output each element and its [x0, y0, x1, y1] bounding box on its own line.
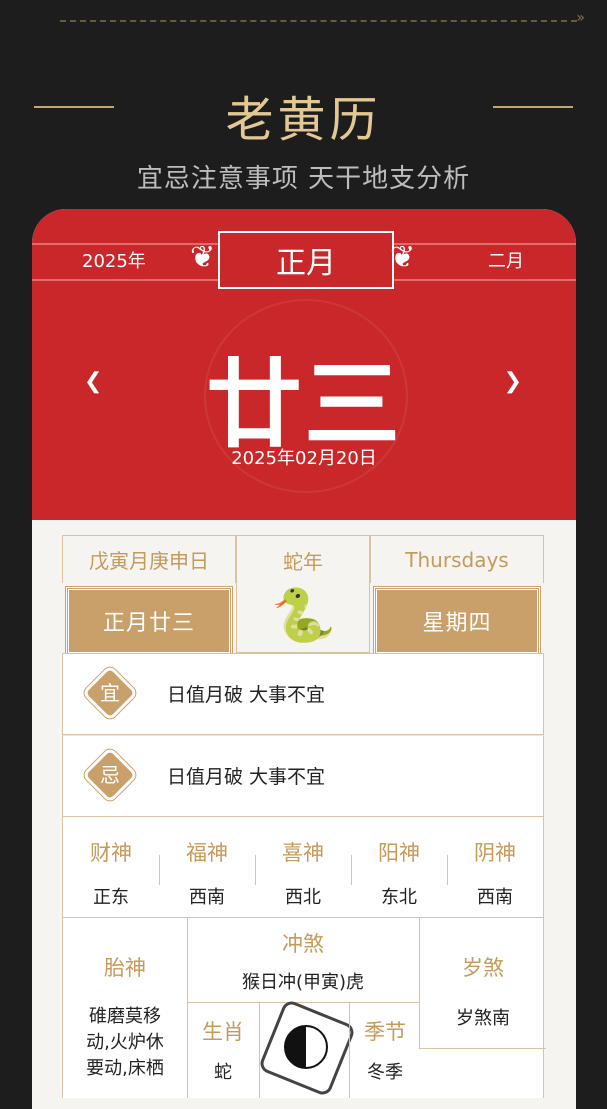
weekday-en: Thursdays [370, 535, 544, 583]
suisha-value: 岁煞南 [456, 1008, 510, 1029]
info-row: 戊寅月庚申日 正月廿三 蛇年 🐍 Thursdays 星期四 [62, 535, 544, 655]
weekday-cn-box: 星期四 [374, 587, 540, 655]
ganzhi-text: 戊寅月庚申日 [62, 535, 236, 583]
jijie-value: 冬季 [367, 1062, 403, 1083]
top-dashed-line [60, 20, 577, 22]
hero-subtitle: 宜忌注意事项 天干地支分析 [136, 164, 471, 194]
taishen-label: 胎神 [104, 956, 146, 980]
ji-badge: 忌 [85, 750, 135, 800]
gods-row: 财神 正东 福神 西南 喜神 西北 阳神 东北 阴神 西南 [62, 817, 544, 918]
snake-emblem-icon: 🐍 [271, 586, 336, 646]
bagua-icon [257, 998, 357, 1098]
chongsha-value: 猴日冲(甲寅)虎 [241, 972, 365, 993]
next-month-button[interactable]: 二月 [488, 247, 524, 273]
weekday-cell: Thursdays 星期四 [370, 535, 544, 655]
god-fu: 福神 西南 [159, 817, 255, 917]
shengxiao-value: 蛇 [214, 1062, 232, 1083]
jijie-cell: 季节 冬季 [349, 1002, 420, 1098]
suisha-label: 岁煞 [462, 956, 504, 980]
cloud-ornament-right-icon: ❦ [390, 240, 416, 275]
taishen-value: 碓磨莫移动,火炉休要动,床栖 [86, 1006, 164, 1079]
ji-text: 日值月破 大事不宜 [167, 766, 326, 788]
solar-date: 2025年02月20日 [231, 448, 377, 469]
jijie-label: 季节 [364, 1020, 406, 1044]
yi-text: 日值月破 大事不宜 [167, 684, 326, 706]
almanac-card: 2025年 二月 ❦ 正月 ❦ ❮ 廿三 ❯ 2025年02月20日 戊寅月庚申… [32, 209, 576, 1109]
chongsha-label: 冲煞 [282, 932, 324, 956]
ganzhi-cell: 戊寅月庚申日 正月廿三 [62, 535, 236, 655]
current-month[interactable]: 正月 [218, 231, 394, 289]
shengxiao-cell: 生肖 蛇 [187, 1002, 260, 1098]
god-cai: 财神 正东 [90, 841, 132, 908]
shengxiao-label: 生肖 [202, 1020, 244, 1044]
hero-header: 老黄历 宜忌注意事项 天干地支分析 [0, 80, 607, 195]
zodiac-cell: 蛇年 🐍 [236, 535, 370, 653]
god-xi: 喜神 西北 [255, 817, 351, 917]
hero-line-right [493, 106, 573, 108]
calendar-header: 2025年 二月 ❦ 正月 ❦ ❮ 廿三 ❯ 2025年02月20日 [32, 209, 576, 520]
hero-line-left [34, 106, 114, 108]
lunar-date-box: 正月廿三 [66, 587, 232, 655]
god-yang: 阳神 东北 [351, 817, 447, 917]
double-chevron-icon: » [576, 10, 585, 26]
yi-row: 宜 日值月破 大事不宜 [62, 653, 544, 735]
yin-yang-icon [284, 1025, 328, 1069]
year-label[interactable]: 2025年 [82, 247, 146, 273]
cloud-ornament-left-icon: ❦ [190, 240, 216, 275]
chongsha-cell: 冲煞 猴日冲(甲寅)虎 [187, 918, 419, 1003]
god-yin: 阴神 西南 [447, 817, 543, 917]
zodiac-year: 蛇年 [283, 550, 323, 574]
info-grid: 戊寅月庚申日 正月廿三 蛇年 🐍 Thursdays 星期四 宜 日值月破 大事… [62, 535, 546, 1098]
next-day-icon[interactable]: ❯ [504, 369, 522, 394]
taishen-cell: 胎神 碓磨莫移动,火炉休要动,床栖 [63, 918, 188, 1098]
yi-badge: 宜 [85, 668, 135, 718]
ji-row: 忌 日值月破 大事不宜 [62, 735, 544, 817]
suisha-cell: 岁煞 岁煞南 [419, 918, 546, 1049]
hero-title: 老黄历 [225, 92, 382, 148]
details-block: 胎神 碓磨莫移动,火炉休要动,床栖 冲煞 猴日冲(甲寅)虎 岁煞 岁煞南 生肖 … [62, 918, 546, 1098]
